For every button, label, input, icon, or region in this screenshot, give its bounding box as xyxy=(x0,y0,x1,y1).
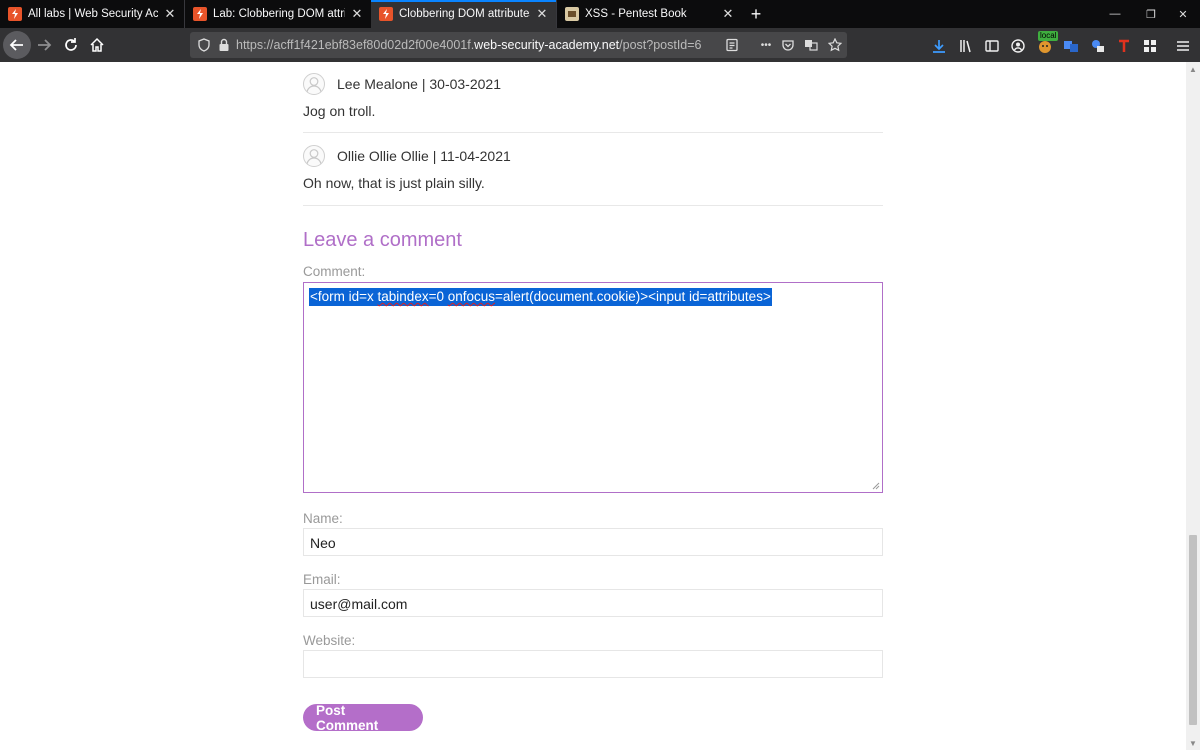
avatar-icon xyxy=(303,145,325,167)
page-content: Lee Mealone | 30-03-2021 Jog on troll. O… xyxy=(0,62,1186,750)
home-icon xyxy=(90,37,104,52)
comment-author: Lee Mealone | 30-03-2021 xyxy=(337,76,501,92)
forward-button[interactable] xyxy=(30,31,58,59)
reader-view-icon[interactable] xyxy=(724,37,740,53)
website-input[interactable] xyxy=(303,650,883,678)
navigation-toolbar: https://acff1f421ebf83ef80d02d2f00e4001f… xyxy=(0,28,1200,62)
url-prefix: https://acff1f421ebf83ef80d02d2f00e4001f… xyxy=(236,38,475,52)
close-icon[interactable]: ✕ xyxy=(162,6,178,22)
comment-label: Comment: xyxy=(303,264,366,279)
book-icon xyxy=(565,7,579,21)
tab-lab[interactable]: Lab: Clobbering DOM attributes to bypass… xyxy=(185,0,371,28)
t-extension-icon[interactable] xyxy=(1115,37,1133,55)
tab-strip: All labs | Web Security Academy ✕ Lab: C… xyxy=(0,0,1200,28)
url-text[interactable]: https://acff1f421ebf83ef80d02d2f00e4001f… xyxy=(236,38,702,52)
arrow-right-icon xyxy=(38,39,52,51)
email-label: Email: xyxy=(303,572,341,587)
selected-comment-text: <form id=x tabindex=0 onfocus=alert(docu… xyxy=(309,288,772,306)
comment-text: Oh now, that is just plain silly. xyxy=(303,175,485,191)
close-window-icon[interactable]: ✕ xyxy=(1166,0,1200,28)
tab-xss-pentest-book[interactable]: XSS - Pentest Book ✕ xyxy=(557,0,742,28)
hamburger-menu-icon[interactable] xyxy=(1174,37,1192,55)
tab-title: Clobbering DOM attributes to bypass HTML… xyxy=(399,8,530,20)
minimize-icon[interactable]: — xyxy=(1098,0,1132,28)
scroll-down-icon[interactable]: ▼ xyxy=(1188,738,1198,748)
plus-icon: + xyxy=(750,3,762,24)
library-icon[interactable] xyxy=(957,37,975,55)
address-bar[interactable]: https://acff1f421ebf83ef80d02d2f00e4001f… xyxy=(190,32,847,58)
post-comment-button[interactable]: Post Comment xyxy=(303,703,423,733)
divider xyxy=(303,132,883,133)
translate-extension-icon[interactable] xyxy=(1062,37,1080,55)
leave-comment-heading: Leave a comment xyxy=(303,229,462,251)
url-path: /post?postId=6 xyxy=(619,38,702,52)
tab-clobbering[interactable]: Clobbering DOM attributes to bypass HTML… xyxy=(371,0,556,28)
tab-title: Lab: Clobbering DOM attributes to bypass… xyxy=(213,8,345,20)
extensions-grid-icon[interactable] xyxy=(1141,37,1159,55)
restore-icon[interactable]: ❐ xyxy=(1134,0,1168,28)
shield-icon[interactable] xyxy=(196,37,212,53)
portswigger-icon xyxy=(8,7,22,21)
scroll-up-icon[interactable]: ▲ xyxy=(1188,64,1198,74)
back-button[interactable] xyxy=(3,31,31,59)
pocket-icon[interactable] xyxy=(780,37,796,53)
arrow-left-icon xyxy=(9,39,23,51)
reload-button[interactable] xyxy=(57,31,85,59)
resize-handle-icon[interactable] xyxy=(872,482,880,490)
local-badge: local xyxy=(1038,31,1059,41)
url-host: web-security-academy.net xyxy=(474,38,620,52)
scrollbar-thumb[interactable] xyxy=(1189,535,1197,725)
bookmark-star-icon[interactable] xyxy=(827,37,843,53)
more-actions-icon[interactable]: ••• xyxy=(756,37,776,53)
name-label: Name: xyxy=(303,511,343,526)
portswigger-icon xyxy=(193,7,207,21)
divider xyxy=(303,205,883,206)
avatar-icon xyxy=(303,73,325,95)
tab-title: All labs | Web Security Academy xyxy=(28,8,158,20)
close-icon[interactable]: ✕ xyxy=(349,6,365,22)
name-input[interactable]: Neo xyxy=(303,528,883,556)
account-icon[interactable] xyxy=(1009,37,1027,55)
close-icon[interactable]: ✕ xyxy=(534,6,550,22)
sidebar-icon[interactable] xyxy=(983,37,1001,55)
close-icon[interactable]: ✕ xyxy=(720,6,736,22)
email-input[interactable]: user@mail.com xyxy=(303,589,883,617)
translate-icon[interactable] xyxy=(803,37,819,53)
comment-textarea[interactable]: <form id=x tabindex=0 onfocus=alert(docu… xyxy=(303,282,883,493)
website-label: Website: xyxy=(303,633,356,648)
language-extension-icon[interactable] xyxy=(1089,37,1107,55)
portswigger-icon xyxy=(379,7,393,21)
comment-header: Lee Mealone | 30-03-2021 xyxy=(303,73,501,95)
new-tab-button[interactable]: + xyxy=(742,0,770,28)
tab-all-labs[interactable]: All labs | Web Security Academy ✕ xyxy=(0,0,184,28)
tab-title: XSS - Pentest Book xyxy=(585,8,687,20)
reload-icon xyxy=(65,38,77,51)
lock-icon[interactable] xyxy=(216,37,232,53)
comment-author: Ollie Ollie Ollie | 11-04-2021 xyxy=(337,148,511,164)
home-button[interactable] xyxy=(83,31,111,59)
comment-header: Ollie Ollie Ollie | 11-04-2021 xyxy=(303,145,511,167)
comment-text: Jog on troll. xyxy=(303,103,376,119)
download-icon[interactable] xyxy=(930,37,948,55)
